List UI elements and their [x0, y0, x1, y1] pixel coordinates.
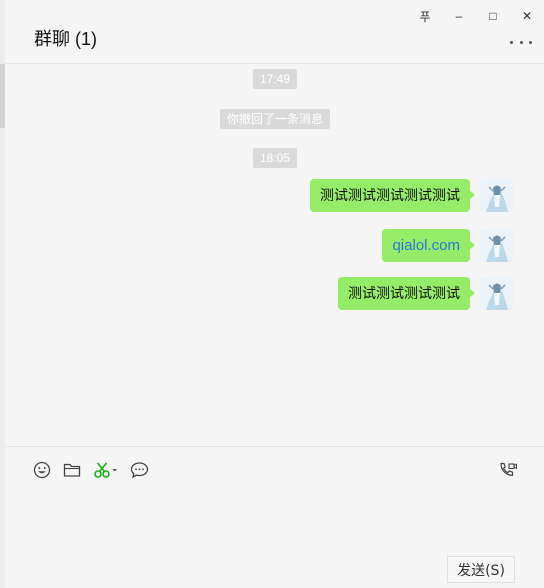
maximize-button[interactable]: □ — [476, 5, 510, 27]
chat-title: 群聊 (1) — [34, 29, 97, 49]
chat-window: 群聊 (1) 푸 – □ ✕ 17:49 你撤回了一条消息 18:05 测试测试… — [0, 0, 544, 588]
message-bubble[interactable]: 测试测试测试测试 — [338, 277, 475, 310]
folder-icon — [63, 463, 81, 477]
close-button[interactable]: ✕ — [510, 5, 544, 27]
call-button[interactable] — [497, 459, 519, 481]
composer-toolbar — [5, 447, 544, 493]
avatar[interactable] — [480, 179, 513, 212]
timestamp: 18:05 — [253, 148, 298, 168]
emoji-icon — [33, 461, 51, 479]
chat-bubble-icon — [130, 462, 148, 479]
message-bubble[interactable]: 测试测试测试测试测试 — [310, 179, 475, 212]
file-button[interactable] — [62, 459, 82, 481]
message-list[interactable]: 17:49 你撤回了一条消息 18:05 测试测试测试测试测试 qialol.c… — [5, 65, 544, 446]
message-row: qialol.com — [382, 229, 513, 262]
dot-icon — [510, 40, 513, 44]
scissors-icon — [94, 462, 117, 478]
timestamp: 17:49 — [253, 69, 298, 89]
avatar[interactable] — [480, 229, 513, 262]
avatar-image-icon — [480, 229, 513, 262]
chat-header: 群聊 (1) 푸 – □ ✕ — [5, 0, 544, 64]
dot-icon — [519, 40, 523, 44]
message-row: 测试测试测试测试 — [338, 277, 513, 310]
avatar-image-icon — [480, 179, 513, 212]
window-controls: 푸 – □ ✕ — [408, 5, 544, 27]
pin-button[interactable]: 푸 — [408, 5, 442, 27]
screenshot-button[interactable] — [93, 459, 119, 481]
chat-history-button[interactable] — [129, 459, 149, 481]
message-link-bubble[interactable]: qialol.com — [382, 229, 475, 262]
message-input[interactable] — [5, 493, 544, 553]
send-button[interactable]: 发送(S) — [447, 556, 515, 583]
minimize-button[interactable]: – — [442, 5, 476, 27]
more-options-button[interactable] — [510, 36, 532, 48]
message-row: 测试测试测试测试测试 — [310, 179, 513, 212]
avatar[interactable] — [480, 277, 513, 310]
video-call-icon — [500, 462, 517, 476]
avatar-image-icon — [480, 277, 513, 310]
recall-notice: 你撤回了一条消息 — [220, 109, 331, 129]
emoji-button[interactable] — [32, 459, 52, 481]
dot-icon — [529, 40, 532, 44]
